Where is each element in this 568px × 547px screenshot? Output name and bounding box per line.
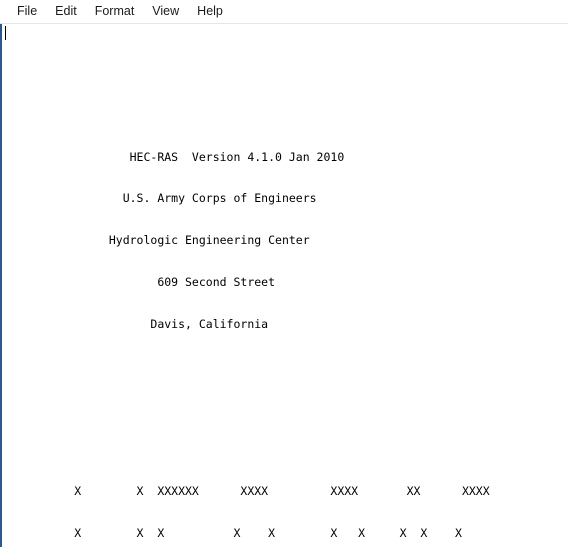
ascii-art-row: X X XXXXXX XXXX XXXX XX XXXX bbox=[5, 484, 490, 499]
document-content[interactable]: HEC-RAS Version 4.1.0 Jan 2010 U.S. Army… bbox=[5, 25, 568, 547]
text-editor-area[interactable]: HEC-RAS Version 4.1.0 Jan 2010 U.S. Army… bbox=[0, 24, 568, 547]
menu-bar: File Edit Format View Help bbox=[0, 0, 568, 24]
menu-view[interactable]: View bbox=[143, 2, 188, 22]
ascii-art-row: X X X X X X X X X X bbox=[5, 526, 462, 541]
text-editor-window: File Edit Format View Help HEC-RAS Versi… bbox=[0, 0, 568, 547]
menu-help[interactable]: Help bbox=[188, 2, 232, 22]
header-line-street: 609 Second Street bbox=[5, 275, 276, 290]
header-line-center: Hydrologic Engineering Center bbox=[5, 233, 310, 248]
menu-file[interactable]: File bbox=[8, 2, 46, 22]
menu-edit[interactable]: Edit bbox=[46, 2, 86, 22]
menu-format[interactable]: Format bbox=[86, 2, 144, 22]
header-line-agency: U.S. Army Corps of Engineers bbox=[5, 191, 317, 206]
header-line-version: HEC-RAS Version 4.1.0 Jan 2010 bbox=[5, 149, 345, 164]
header-line-city: Davis, California bbox=[5, 317, 269, 332]
